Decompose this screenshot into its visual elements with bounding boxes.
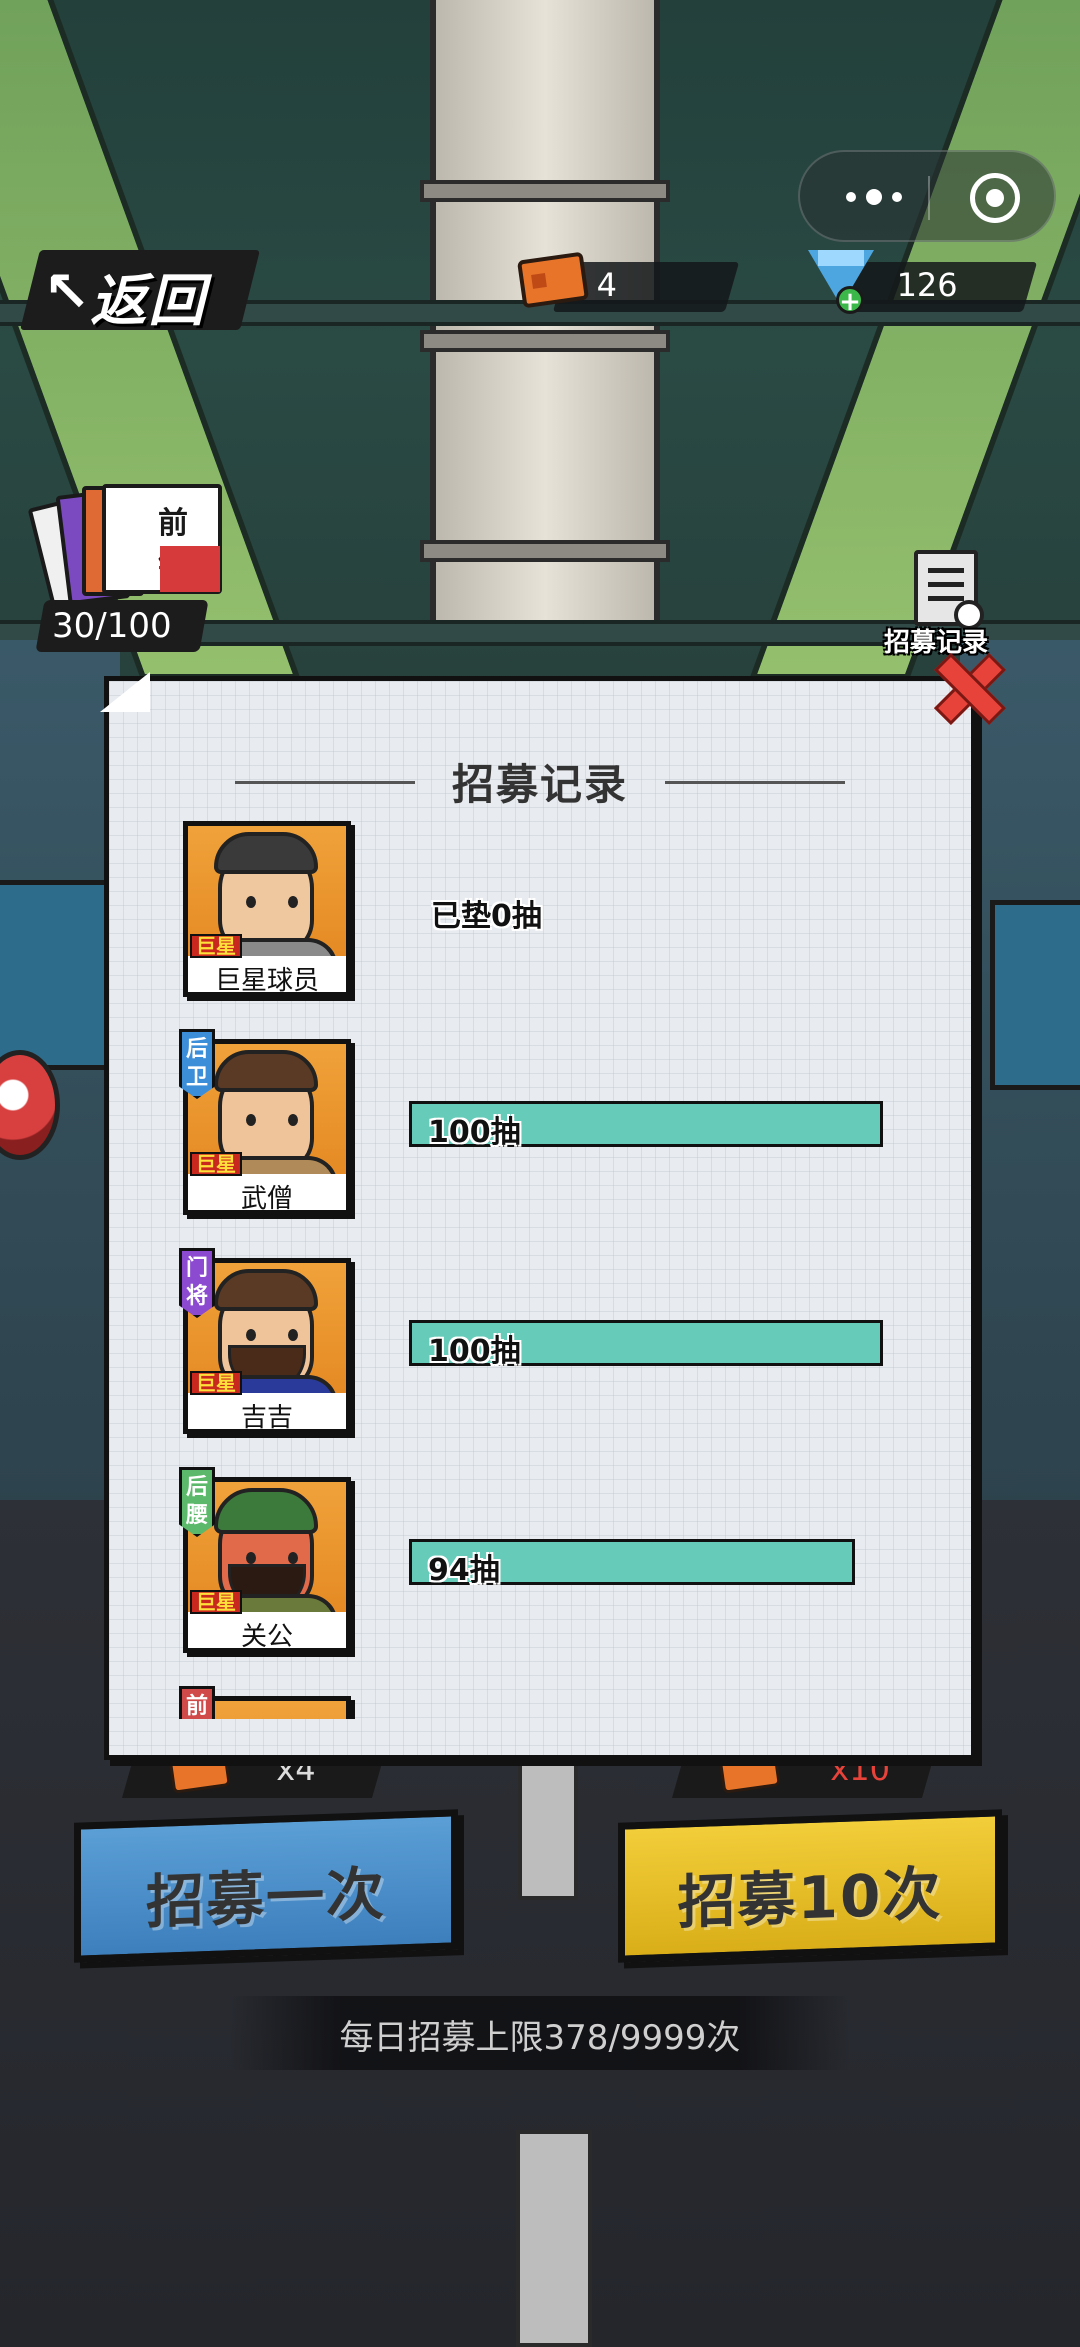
rarity-badge: 巨星 xyxy=(190,1371,242,1395)
recruit-once-label: 招募一次 xyxy=(145,1859,386,1937)
recruit-ten-label: 招募10次 xyxy=(677,1859,943,1937)
card-collection-icon[interactable]: 前锋 xyxy=(27,480,222,616)
player-card[interactable]: 巨星 巨星球员 xyxy=(183,821,351,997)
card-progress: 30/100 xyxy=(35,600,209,652)
record-row: 巨星 吉吉 门将 100抽 xyxy=(109,1248,971,1478)
pull-progress-bar: 100抽 xyxy=(409,1101,883,1150)
gem-add-icon[interactable]: + xyxy=(808,250,874,315)
road-line xyxy=(518,1760,578,1900)
position-tag: 前 xyxy=(179,1686,215,1719)
close-modal-icon[interactable] xyxy=(928,650,1000,722)
rarity-badge: 巨星 xyxy=(190,1152,242,1176)
close-miniprogram-icon[interactable] xyxy=(970,173,1020,223)
pull-count-text: 100抽 xyxy=(428,1334,521,1369)
record-row: 巨星 巨星球员 已垫0抽 xyxy=(109,821,971,1041)
daily-limit-text: 每日招募上限378/9999次 xyxy=(339,2018,741,2058)
record-row: 前 xyxy=(109,1686,971,1719)
capsule-divider xyxy=(928,176,930,220)
back-label: 返回 xyxy=(90,269,207,334)
ticket-count: 4 xyxy=(596,266,617,304)
player-name: 武僧 xyxy=(240,1184,293,1214)
rarity-badge: 巨星 xyxy=(190,1590,242,1614)
record-row: 巨星 武僧 后卫 100抽 xyxy=(109,1029,971,1259)
title-divider-right xyxy=(665,781,845,784)
position-tag: 门将 xyxy=(179,1248,215,1318)
card-progress-text: 30/100 xyxy=(52,606,172,646)
more-icon[interactable] xyxy=(834,182,914,212)
wall-right xyxy=(960,640,1080,1640)
player-name: 吉吉 xyxy=(240,1403,293,1433)
back-button[interactable]: ↖ 返回 xyxy=(20,250,260,334)
player-name: 巨星球员 xyxy=(214,966,319,996)
pull-count-text: 94抽 xyxy=(428,1553,500,1588)
wall-poster xyxy=(0,880,110,1070)
pity-count-text: 已垫0抽 xyxy=(431,899,542,934)
mini-program-capsule xyxy=(798,150,1056,242)
back-arrow-icon: ↖ xyxy=(43,260,91,325)
record-row: 巨星 关公 后腰 94抽 xyxy=(109,1467,971,1697)
pull-progress-bar: 100抽 xyxy=(409,1320,883,1369)
duct-rib xyxy=(420,180,670,202)
pull-count-text: 100抽 xyxy=(428,1115,521,1150)
position-tag: 后卫 xyxy=(179,1029,215,1099)
recruit-once-button[interactable]: 招募一次 xyxy=(74,1809,458,1963)
rarity-badge: 巨星 xyxy=(190,934,242,958)
record-list[interactable]: 巨星 巨星球员 已垫0抽 巨星 武僧 后卫 100抽 巨星 吉吉 门将 100抽… xyxy=(109,821,971,1719)
ticket-icon xyxy=(516,251,590,309)
modal-header: 招募记录 xyxy=(109,751,971,811)
gem-count: 126 xyxy=(896,266,958,304)
wall-poster xyxy=(990,900,1080,1090)
recruit-record-entry[interactable]: 招募记录 xyxy=(884,550,1000,660)
pull-progress-bar: 94抽 xyxy=(409,1539,855,1588)
player-name: 关公 xyxy=(240,1622,293,1652)
recruit-ten-button[interactable]: 招募10次 xyxy=(618,1809,1002,1963)
daily-limit-banner: 每日招募上限378/9999次 xyxy=(230,1996,850,2070)
recruit-record-modal: 招募记录 巨星 巨星球员 已垫0抽 巨星 武僧 后卫 100抽 巨星 吉吉 门将… xyxy=(104,676,976,1760)
duct-rib xyxy=(420,540,670,562)
duct-rib xyxy=(420,330,670,352)
position-tag: 后腰 xyxy=(179,1467,215,1537)
road-line xyxy=(516,2130,592,2347)
